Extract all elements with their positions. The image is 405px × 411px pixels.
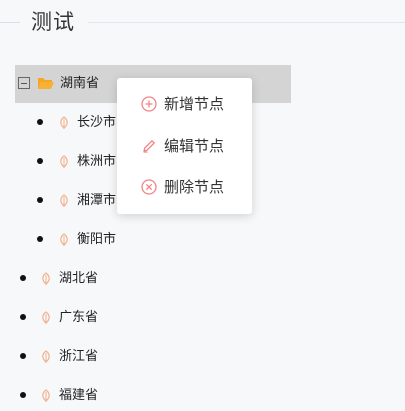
leaf-icon bbox=[60, 194, 68, 207]
leaf-icon bbox=[60, 116, 68, 129]
tree-node-label: 广东省 bbox=[59, 310, 99, 325]
close-circle-icon bbox=[141, 179, 157, 195]
leaf-icon bbox=[42, 389, 50, 402]
menu-item-add-node[interactable]: 新增节点 bbox=[117, 86, 252, 122]
title-row: 测试 bbox=[0, 0, 405, 44]
pencil-icon bbox=[143, 140, 155, 153]
menu-item-delete-node[interactable]: 删除节点 bbox=[117, 169, 252, 205]
tree-node-label: 衡阳市 bbox=[77, 232, 117, 247]
plus-circle-icon bbox=[141, 96, 157, 112]
title-divider-left bbox=[0, 22, 20, 23]
page-title: 测试 bbox=[31, 10, 75, 34]
leaf-icon bbox=[42, 311, 50, 324]
title-divider-right bbox=[88, 22, 405, 23]
menu-item-label: 新增节点 bbox=[164, 95, 225, 113]
tree-node-label: 湘潭市 bbox=[77, 193, 117, 208]
leaf-icon bbox=[60, 233, 68, 246]
leaf-icon bbox=[60, 155, 68, 168]
bullet-icon bbox=[20, 314, 26, 320]
tree-node-label: 福建省 bbox=[59, 388, 99, 403]
collapse-toggle-icon[interactable] bbox=[18, 77, 30, 89]
tree-node[interactable]: 广东省 bbox=[0, 308, 300, 328]
bullet-icon bbox=[37, 158, 43, 164]
bullet-icon bbox=[37, 236, 43, 242]
tree-child-node[interactable]: 衡阳市 bbox=[0, 230, 300, 250]
folder-open-icon bbox=[38, 78, 54, 89]
tree-node-label: 长沙市 bbox=[77, 115, 117, 130]
context-menu: 新增节点 编辑节点 删除节点 bbox=[117, 78, 252, 214]
tree-node-label: 浙江省 bbox=[59, 349, 99, 364]
tree-node[interactable]: 福建省 bbox=[0, 386, 300, 406]
bullet-icon bbox=[37, 119, 43, 125]
tree-node[interactable]: 湖北省 bbox=[0, 269, 300, 289]
menu-item-label: 编辑节点 bbox=[164, 137, 225, 155]
tree-node-label: 湖南省 bbox=[60, 76, 100, 91]
tree-node-label: 湖北省 bbox=[59, 271, 99, 286]
bullet-icon bbox=[37, 197, 43, 203]
bullet-icon bbox=[20, 392, 26, 398]
leaf-icon bbox=[42, 272, 50, 285]
bullet-icon bbox=[20, 275, 26, 281]
menu-item-label: 删除节点 bbox=[164, 178, 225, 196]
tree-node-label: 株洲市 bbox=[77, 154, 117, 169]
tree-node[interactable]: 浙江省 bbox=[0, 347, 300, 367]
page: 测试 湖南省 长沙市 株洲市 湘潭市 衡阳市 湖北省 广东省 浙江省 福建省 新… bbox=[0, 0, 405, 411]
menu-item-edit-node[interactable]: 编辑节点 bbox=[117, 128, 252, 164]
leaf-icon bbox=[42, 350, 50, 363]
bullet-icon bbox=[20, 353, 26, 359]
